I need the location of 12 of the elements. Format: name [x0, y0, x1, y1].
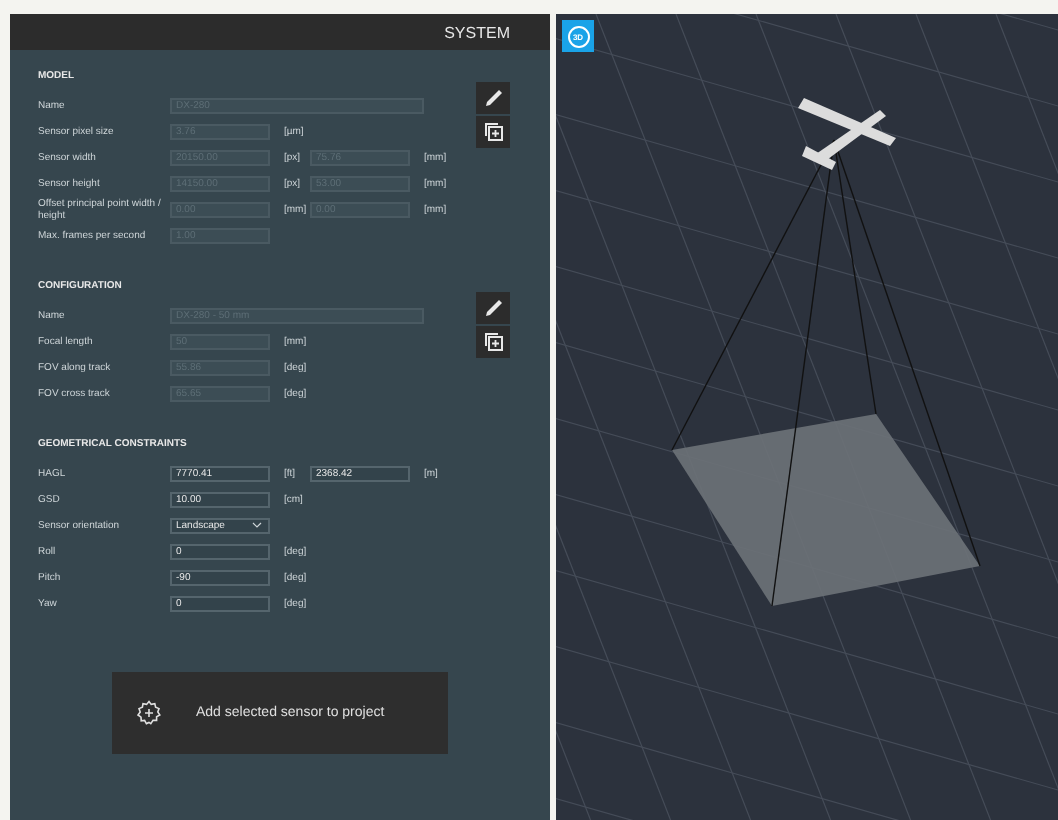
pencil-icon: [483, 298, 503, 318]
airplane-icon: [798, 98, 896, 170]
panel-title: SYSTEM: [444, 23, 510, 41]
copy-icon: [483, 122, 503, 142]
edit-button[interactable]: [476, 292, 510, 324]
copy-icon: [483, 332, 503, 352]
edit-button[interactable]: [476, 82, 510, 114]
pencil-icon: [483, 88, 503, 108]
gear-icon: [136, 700, 162, 726]
duplicate-button[interactable]: [476, 326, 510, 358]
duplicate-button[interactable]: [476, 116, 510, 148]
chevron-icon: [252, 522, 262, 528]
